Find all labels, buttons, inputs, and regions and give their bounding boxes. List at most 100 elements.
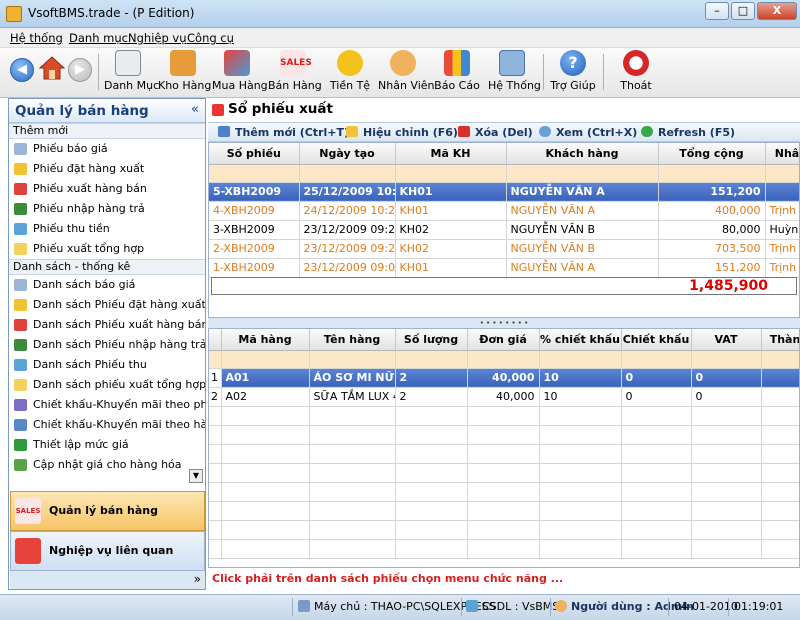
toolbar-label: Tiền Tệ [329,79,371,92]
detail-grid[interactable]: Mã hàng Tên hàng Số lượng Đơn giá % chiế… [208,328,800,568]
action-bar: Thêm mới (Ctrl+T) Hiệu chỉnh (F6) Xóa (D… [208,122,800,142]
sales-icon [212,104,224,116]
menu-he-thong[interactable]: Hệ thống [10,31,63,45]
nav-label: Quản lý bán hàng [49,504,158,517]
table-row[interactable]: 3-XBH2009 23/12/2009 09:26 KH02 NGUYỄN VĂN … [209,220,799,240]
filter-cell[interactable] [209,350,222,369]
filter-cell[interactable] [221,350,310,369]
menu-nghiep-vu[interactable]: Nghiệp vụ [128,31,187,45]
filter-cell[interactable] [395,164,507,183]
table-row[interactable]: 4-XBH2009 24/12/2009 10:22 KH01 NGUYỄN VĂN … [209,201,799,221]
toolbar-he-thong[interactable]: Hệ Thống [488,50,541,96]
toolbar-danh-muc[interactable]: Danh Mục [104,50,159,96]
table-row[interactable]: 1-XBH2009 23/12/2009 09:01 KH01 NGUYỄN VĂN … [209,258,799,278]
table-row[interactable]: 5-XBH2009 25/12/2009 10: KH01 NGUYỄN VĂN A1… [209,182,799,202]
window-title: VsoftBMS.trade - (P Edition) [28,6,195,20]
sidebar-item-phieu-nhap-hang-tra[interactable]: Phiếu nhập hàng trả [9,199,205,219]
sidebar-item-phieu-xuat-hang-ban[interactable]: Phiếu xuất hàng bán [9,179,205,199]
table-row[interactable]: 2 A02 SỮA TẮM LUX 40 2 40,000 10 0 0 [209,387,799,407]
sidebar-item-phieu-thu-tien[interactable]: Phiếu thu tiền [9,219,205,239]
col-ma-hang[interactable]: Mã hàng [221,329,310,351]
minimize-button[interactable]: – [705,2,729,20]
col-so-phieu[interactable]: Số phiếu [209,143,300,165]
col-khach-hang[interactable]: Khách hàng [506,143,659,165]
filter-cell[interactable] [765,164,799,183]
sidebar-item-ds-xuat-hang-ban[interactable]: Danh sách Phiếu xuất hàng bán [9,315,205,335]
col-thanh-tien[interactable]: Thàn [761,329,799,351]
toolbar-kho-hang[interactable]: Kho Hàng [158,50,211,96]
filter-cell[interactable] [506,164,659,183]
filter-cell[interactable] [467,350,540,369]
sidebar-item-ds-dat-hang-xuat[interactable]: Danh sách Phiếu đặt hàng xuất [9,295,205,315]
toolbar-bao-cao[interactable]: Báo Cáo [434,50,480,96]
col-nhan-vien[interactable]: Nhâ [765,143,799,165]
toolbar-tien-te[interactable]: Tiền Tệ [327,50,373,96]
col-ngay-tao[interactable]: Ngày tạo [299,143,396,165]
toolbar-tro-giup[interactable]: ? Trợ Giúp [550,50,596,96]
toolbar-nhan-vien[interactable]: Nhân Viên [378,50,435,96]
add-button[interactable]: Thêm mới (Ctrl+T) [218,126,349,139]
splitter[interactable]: • • • • • • • • [208,318,800,328]
view-button[interactable]: Xem (Ctrl+X) [539,126,637,139]
filter-row[interactable] [209,350,799,369]
col-vat[interactable]: VAT [691,329,762,351]
filter-cell[interactable] [761,350,799,369]
sidebar-item-thiet-lap-muc-gia[interactable]: Thiết lập mức giá [9,435,205,455]
sidebar-item-ck-theo-hang[interactable]: Chiết khấu-Khuyến mãi theo hàng... [9,415,205,435]
col-so-luong[interactable]: Số lượng [395,329,468,351]
sidebar-item-ds-xuat-tong-hop[interactable]: Danh sách phiếu xuất tổng hợp [9,375,205,395]
sidebar-item-label: Phiếu đặt hàng xuất [33,162,145,175]
filter-cell[interactable] [209,164,300,183]
sidebar-item-phieu-dat-hang-xuat[interactable]: Phiếu đặt hàng xuất [9,159,205,179]
close-button[interactable]: X [757,2,797,20]
toolbar-mua-hang[interactable]: Mua Hàng [212,50,268,96]
col-phan-tram-chiet-khau[interactable]: % chiết khấu [539,329,622,351]
edit-button[interactable]: Hiệu chỉnh (F6) [346,126,458,139]
filter-cell[interactable] [658,164,766,183]
nav-nghiep-vu-lien-quan[interactable]: Nghiệp vụ liên quan [10,531,205,571]
expand-icon[interactable]: » [194,572,201,586]
sidebar-item-ds-nhap-hang-tra[interactable]: Danh sách Phiếu nhập hàng trả [9,335,205,355]
menu-danh-muc[interactable]: Danh mục [69,31,128,45]
sidebar-item-cap-nhat-gia[interactable]: Cập nhật giá cho hàng hóa [9,455,205,475]
col-ma-kh[interactable]: Mã KH [395,143,507,165]
col-tong-cong[interactable]: Tổng cộng [658,143,766,165]
cell: 2 [395,387,468,407]
sidebar-item-phieu-xuat-tong-hop[interactable]: Phiếu xuất tổng hợp [9,239,205,259]
scroll-down-button[interactable]: ▼ [189,469,203,483]
filter-cell[interactable] [539,350,622,369]
toolbar-ban-hang[interactable]: SALES Bán Hàng [268,50,322,96]
filter-cell[interactable] [309,350,396,369]
menu-cong-cu[interactable]: Công cụ [187,31,234,45]
sidebar-item-ds-phieu-thu[interactable]: Danh sách Phiếu thu [9,355,205,375]
delete-button[interactable]: Xóa (Del) [458,126,533,139]
filter-cell[interactable] [621,350,692,369]
collapse-icon[interactable]: « [191,102,199,117]
table-row[interactable]: 1 A01 ÁO SƠ MI NỮ 2 40,000 10 0 0 [209,368,799,388]
sidebar-item-label: Danh sách Phiếu thu [33,358,147,371]
home-icon[interactable] [38,54,66,82]
discount-icon [14,419,27,431]
sidebar-item-ck-theo-phieu[interactable]: Chiết khấu-Khuyến mãi theo phiếu... [9,395,205,415]
col-ten-hang[interactable]: Tên hàng [309,329,396,351]
refresh-button[interactable]: Refresh (F5) [641,126,735,139]
voucher-table: Số phiếu Ngày tạo Mã KH Khách hàng Tổng … [209,143,799,278]
col-don-gia[interactable]: Đơn giá [467,329,540,351]
filter-cell[interactable] [691,350,762,369]
sidebar-item-ds-bao-gia[interactable]: Danh sách báo giá [9,275,205,295]
filter-cell[interactable] [299,164,396,183]
cell: 0 [621,368,692,388]
forward-button[interactable]: ▶ [68,58,92,82]
cell: KH01 [395,182,507,202]
back-button[interactable]: ◀ [10,58,34,82]
nav-quan-ly-ban-hang[interactable]: SALES Quản lý bán hàng [10,491,205,531]
filter-row[interactable] [209,164,799,183]
table-row[interactable]: 2-XBH2009 23/12/2009 09:20 KH02 NGUYỄN VĂN … [209,239,799,259]
star-icon [14,299,27,311]
voucher-grid[interactable]: Số phiếu Ngày tạo Mã KH Khách hàng Tổng … [208,142,800,318]
toolbar-thoat[interactable]: Thoát [614,50,658,96]
filter-cell[interactable] [395,350,468,369]
maximize-button[interactable]: □ [731,2,755,20]
sidebar-item-phieu-bao-gia[interactable]: Phiếu báo giá [9,139,205,159]
col-chiet-khau[interactable]: Chiết khấu [621,329,692,351]
